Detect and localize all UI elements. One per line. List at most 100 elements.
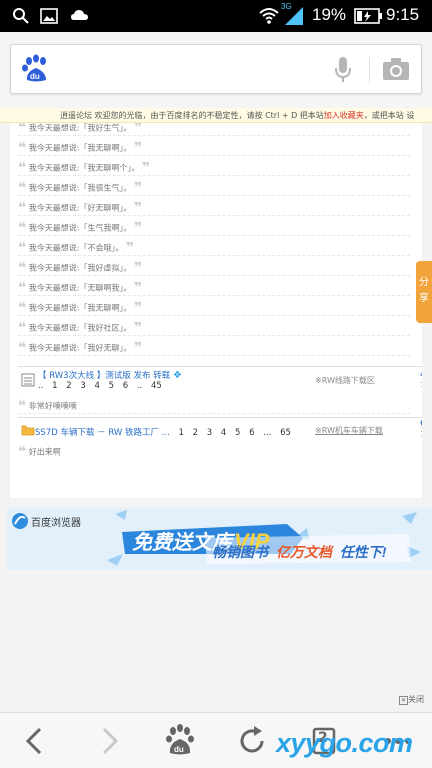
comment-row: ❝ 我今天最想说:「生气我啊」。 ❞	[18, 220, 410, 236]
thread-views: 139	[420, 430, 422, 438]
microphone-icon[interactable]	[333, 56, 353, 84]
close-label: 关闭	[408, 695, 424, 704]
ad-banner[interactable]: 百度浏览器 免费送文库VIP 畅销图书 亿万文档 任性下!	[7, 508, 432, 570]
close-ad-button[interactable]: ✕ 关闭	[398, 694, 424, 705]
comment-row: ❝ 我今天最想说:「我无聊啊个」。 ❞	[18, 160, 410, 176]
quote-close-icon: ❞	[134, 320, 143, 336]
quote-close-icon: ❞	[142, 160, 151, 176]
notice-text-after: ，或把本站 设	[363, 111, 415, 120]
search-bar: du	[0, 32, 432, 108]
thread-title[interactable]: 【 RW3次大线 】测试版 发布 转载	[38, 371, 170, 381]
site-notice: 逍遥论坛 欢迎您的光临，由于百度排名的不稳定性，请按 Ctrl + D 把本站加…	[0, 108, 432, 123]
quote-close-icon: ❞	[134, 220, 143, 236]
page-link[interactable]: 5	[235, 428, 240, 438]
quote-close-icon: ❞	[134, 260, 143, 276]
clock: 9:15	[386, 5, 420, 24]
quote-open-icon: ❝	[18, 260, 27, 276]
add-favorites-link[interactable]: 加入收藏夹	[324, 111, 364, 120]
comment-row: ❝ 我今天最想说:「我无聊啊」。 ❞	[18, 300, 410, 316]
comment-row: ❝ 我今天最想说:「我无聊啊」。 ❞	[18, 140, 410, 156]
thread-pagination: .. 1 2 3 4 5 6 .. 45	[38, 381, 162, 391]
search-icon	[13, 8, 29, 24]
close-icon: ✕	[398, 696, 408, 705]
folder-icon	[21, 425, 35, 436]
quote-open-icon: ❝	[18, 280, 27, 296]
quote-open-icon: ❝	[18, 180, 27, 196]
quote-close-icon: ❞	[134, 340, 143, 356]
quote-open-icon: ❝	[18, 140, 27, 156]
battery-icon	[354, 8, 382, 24]
wifi-icon	[259, 8, 279, 24]
quote-close-icon: ❞	[134, 280, 143, 296]
status-bar: 3G 19% 9:15	[0, 0, 432, 32]
page-link[interactable]: 2	[66, 381, 71, 391]
thread-replies: 643	[420, 419, 422, 429]
comment-row: ❝ 我今天最想说:「无聊啊我」。 ❞	[18, 280, 410, 296]
quote-close-icon: ❞	[134, 180, 143, 196]
quote-open-icon: ❝	[18, 320, 27, 336]
thread-pagination: 1 2 3 4 5 6 ... 65	[178, 428, 291, 438]
thread-title[interactable]: SS7D 车辆下载 － RW 铁路工厂 ...	[35, 428, 170, 438]
battery-percent: 19%	[312, 5, 347, 24]
forum-content: ❝ 我今天最想说:「我好生气」。 ❞ ❝ 我今天最想说:「我无聊啊」。 ❞ ❝ …	[10, 123, 422, 498]
comment-row: ❝ 我今天最想说:「我好社区」。 ❞	[18, 320, 410, 336]
quote-open-icon: ❝	[18, 123, 27, 136]
quote-close-icon: ❞	[134, 140, 143, 156]
share-button[interactable]: 分享	[416, 261, 432, 323]
hot-icon: ❖	[172, 370, 182, 381]
quote-open-icon: ❝	[18, 240, 27, 256]
divider	[369, 57, 370, 83]
banner-sub-3: 任性下!	[339, 544, 387, 560]
page-link[interactable]: 3	[80, 381, 85, 391]
image-icon	[40, 8, 58, 24]
forward-arrow-icon[interactable]	[90, 723, 126, 759]
quote-open-icon: ❝	[18, 160, 27, 176]
quote-open-icon: ❝	[18, 300, 27, 316]
back-arrow-icon[interactable]	[18, 723, 54, 759]
page-link[interactable]: 1	[52, 381, 57, 391]
page-link[interactable]: 3	[207, 428, 212, 438]
camera-icon[interactable]	[382, 57, 410, 81]
home-icon[interactable]: du	[162, 723, 198, 759]
quote-open-icon: ❝	[18, 200, 27, 216]
weather-icon	[71, 10, 88, 20]
quote-open-icon: ❝	[18, 340, 27, 356]
page-link[interactable]: 1	[179, 428, 184, 438]
comment-row: ❝ 我今天最想说:「我好生气」。 ❞	[18, 123, 410, 136]
thread-replies: 449	[420, 370, 422, 380]
quote-open-icon: ❝	[18, 444, 27, 460]
quote-close-icon: ❞	[134, 300, 143, 316]
comment-row: ❝ 我今天最想说:「不会哦」。 ❞	[18, 240, 410, 256]
page-link[interactable]: 4	[94, 381, 99, 391]
svg-text:du: du	[174, 745, 184, 754]
thread-forum[interactable]: ※RW机车车辆下载	[315, 425, 383, 436]
last-reply: ❝ 非常好嘀嘀嘀	[18, 398, 410, 414]
baidu-logo-icon: du	[22, 54, 46, 82]
document-icon	[21, 373, 35, 387]
quote-open-icon: ❝	[18, 220, 27, 236]
page-link[interactable]: 6	[123, 381, 128, 391]
quote-close-icon: ❞	[126, 240, 135, 256]
refresh-icon[interactable]	[234, 723, 270, 759]
search-input[interactable]: du	[10, 44, 422, 94]
thread-views: 148	[420, 381, 422, 389]
quote-open-icon: ❝	[18, 398, 27, 414]
quote-close-icon: ❞	[134, 123, 143, 136]
notice-text: 逍遥论坛 欢迎您的光临，由于百度排名的不稳定性，请按 Ctrl + D 把本站	[60, 111, 324, 120]
comment-row: ❝ 我今天最想说:「我好虚拟」。 ❞	[18, 260, 410, 276]
page-link[interactable]: 6	[249, 428, 254, 438]
page-link[interactable]: 45	[151, 381, 162, 391]
banner-sub-1: 畅销图书	[212, 544, 268, 560]
quote-close-icon: ❞	[134, 200, 143, 216]
share-label: 分享	[419, 277, 429, 304]
last-reply: ❝ 好出来啊	[18, 444, 61, 460]
svg-text:du: du	[30, 72, 40, 81]
comment-row: ❝ 我今天最想说:「好无聊啊」。 ❞	[18, 200, 410, 216]
page-link[interactable]: 5	[109, 381, 114, 391]
thread-forum[interactable]: ※RW线路下载区	[315, 375, 375, 386]
page-link[interactable]: 65	[280, 428, 291, 438]
comment-row: ❝ 我今天最想说:「我很生气」。 ❞	[18, 180, 410, 196]
watermark: xyygo.com	[276, 728, 413, 758]
page-link[interactable]: 2	[193, 428, 198, 438]
page-link[interactable]: 4	[221, 428, 226, 438]
